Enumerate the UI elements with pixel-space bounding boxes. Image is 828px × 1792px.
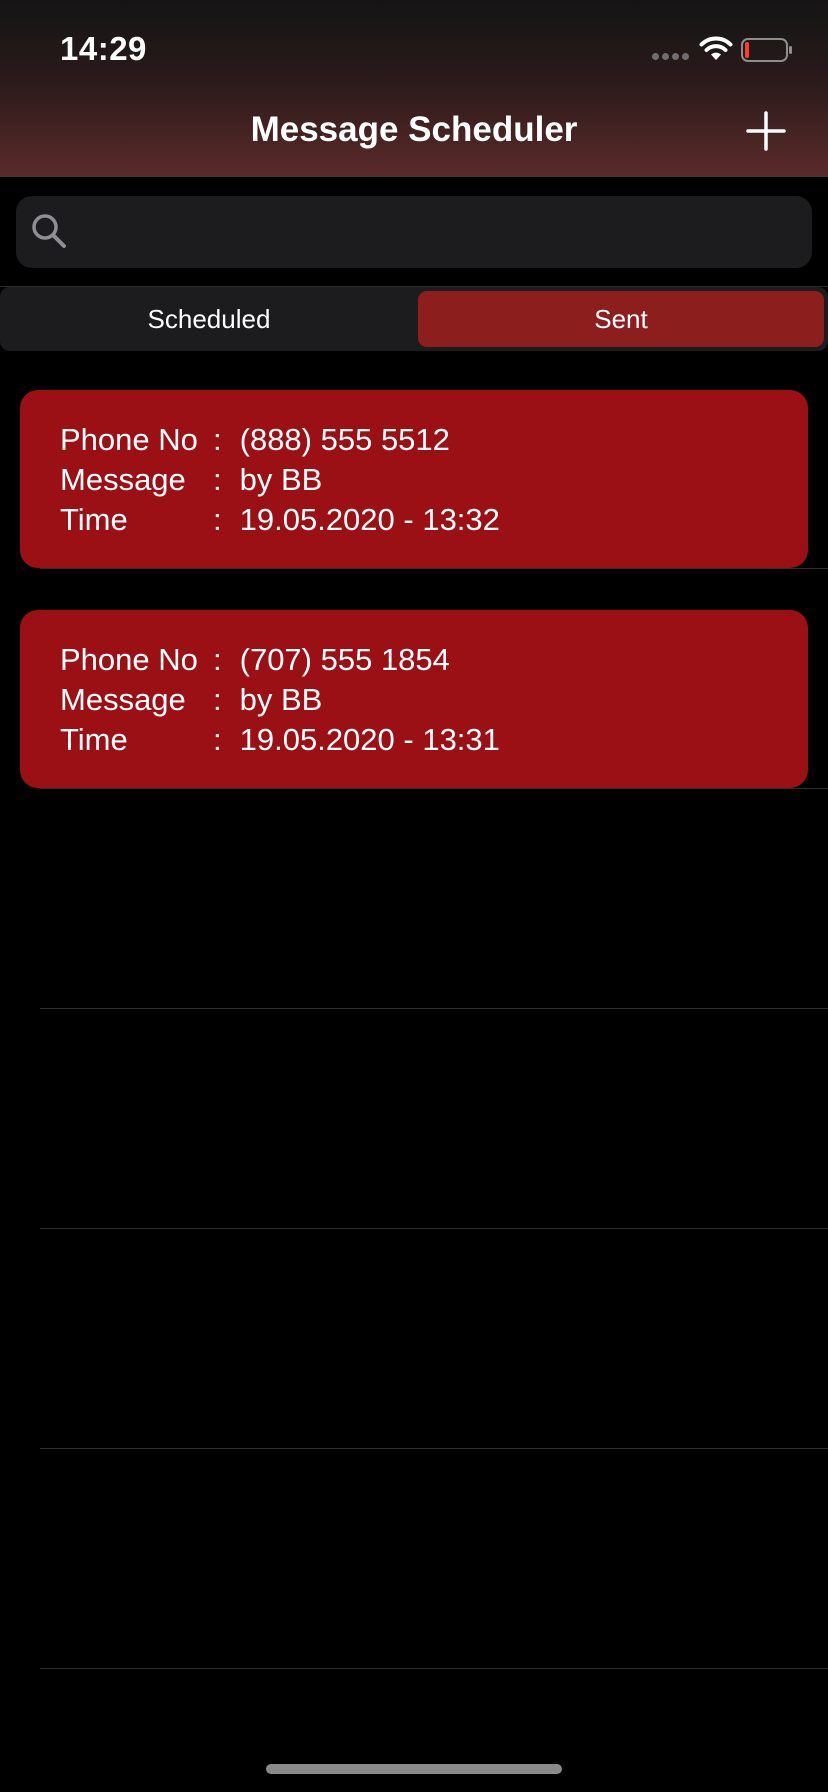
- segmented-control: Scheduled Sent: [0, 287, 828, 351]
- phone-line: Phone No: (707) 555 1854: [60, 642, 450, 678]
- row-divider: [40, 788, 828, 789]
- signal-dots-icon: [652, 53, 689, 60]
- phone-label: Phone No: [60, 422, 198, 457]
- message-text: by BB: [239, 462, 323, 497]
- message-label: Message: [60, 682, 186, 717]
- separator-colon: :: [213, 502, 222, 537]
- home-indicator[interactable]: [266, 1764, 562, 1774]
- add-button[interactable]: [744, 109, 788, 153]
- phone-label: Phone No: [60, 642, 198, 677]
- page-title: Message Scheduler: [250, 110, 578, 149]
- time-label: Time: [60, 722, 128, 757]
- message-text: by BB: [239, 682, 323, 717]
- battery-low-icon: [741, 38, 792, 62]
- row-divider: [40, 568, 828, 569]
- message-line: Message: by BB: [60, 462, 322, 498]
- separator-colon: :: [213, 422, 222, 457]
- navigation-header: 14:29 Message Scheduler: [0, 0, 828, 177]
- search-input[interactable]: [80, 196, 800, 268]
- time-line: Time: 19.05.2020 - 13:31: [60, 722, 500, 758]
- status-time: 14:29: [60, 30, 147, 67]
- separator-colon: :: [213, 682, 222, 717]
- row-divider: [40, 1228, 828, 1229]
- time-value: 19.05.2020 - 13:32: [239, 502, 500, 537]
- separator-colon: :: [213, 722, 222, 757]
- row-divider: [40, 1668, 828, 1669]
- segment-scheduled[interactable]: Scheduled: [4, 291, 414, 347]
- row-divider: [40, 1008, 828, 1009]
- wifi-icon: [699, 36, 733, 60]
- separator-colon: :: [213, 642, 222, 677]
- sent-message-card[interactable]: Phone No: (888) 555 5512 Message: by BB …: [20, 390, 808, 568]
- time-line: Time: 19.05.2020 - 13:32: [60, 502, 500, 538]
- time-label: Time: [60, 502, 128, 537]
- message-label: Message: [60, 462, 186, 497]
- phone-number: (707) 555 1854: [239, 642, 450, 677]
- search-icon: [32, 214, 66, 248]
- separator-colon: :: [213, 462, 222, 497]
- time-value: 19.05.2020 - 13:31: [239, 722, 500, 757]
- phone-line: Phone No: (888) 555 5512: [60, 422, 450, 458]
- sent-message-card[interactable]: Phone No: (707) 555 1854 Message: by BB …: [20, 610, 808, 788]
- row-divider: [40, 1448, 828, 1449]
- phone-number: (888) 555 5512: [239, 422, 450, 457]
- search-bar[interactable]: [16, 196, 812, 268]
- message-line: Message: by BB: [60, 682, 322, 718]
- segment-sent[interactable]: Sent: [418, 291, 824, 347]
